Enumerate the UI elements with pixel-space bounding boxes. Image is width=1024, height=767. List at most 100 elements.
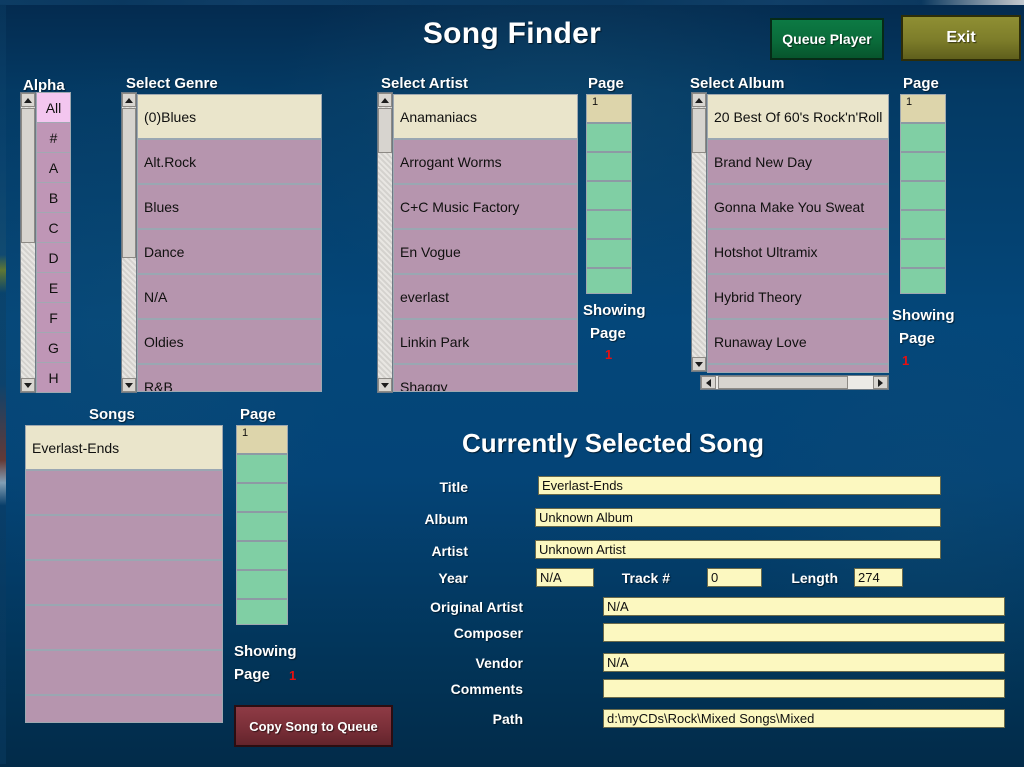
alpha-scroll-down-arrow[interactable] (21, 378, 35, 392)
artist-page-list-item[interactable]: 1 (587, 95, 631, 124)
songs-listbox[interactable]: Everlast-Ends (25, 425, 223, 723)
alpha-list-item[interactable]: All (37, 93, 70, 123)
artist-list-item[interactable]: Shaggy (394, 365, 577, 391)
song-list-item[interactable] (26, 696, 222, 722)
artist-page-list-item[interactable] (587, 269, 631, 293)
genre-scroll-down-arrow[interactable] (122, 378, 136, 392)
album-listbox[interactable]: 20 Best Of 60's Rock'n'Roll Brand New Day… (707, 94, 889, 373)
genre-listbox[interactable]: (0)Blues Alt.Rock Blues Dance N/A Oldies R&B (137, 94, 322, 392)
album-page-list-item[interactable] (901, 153, 945, 182)
genre-scrollbar[interactable] (121, 92, 137, 393)
artist-list-item[interactable]: Linkin Park (394, 320, 577, 365)
track-field[interactable]: 0 (707, 568, 762, 587)
copy-song-to-queue-button[interactable]: Copy Song to Queue (234, 705, 393, 747)
album-horizontal-scroll-thumb[interactable] (718, 376, 848, 389)
album-scroll-down-arrow[interactable] (692, 357, 706, 371)
song-page-list-item[interactable] (237, 455, 287, 484)
artist-scroll-down-arrow[interactable] (378, 378, 392, 392)
album-scrollbar[interactable] (691, 92, 707, 372)
title-field[interactable]: Everlast-Ends (538, 476, 941, 495)
album-scroll-up-arrow[interactable] (692, 93, 706, 107)
song-list-item[interactable] (26, 606, 222, 651)
alpha-list-item[interactable]: E (37, 273, 70, 303)
artist-listbox[interactable]: Anamaniacs Arrogant Worms C+C Music Factor… (393, 94, 578, 392)
alpha-list-item[interactable]: C (37, 213, 70, 243)
song-page-list-item[interactable]: 1 (237, 426, 287, 455)
album-list-item[interactable]: Brand New Day (708, 140, 888, 185)
artist-scroll-up-arrow[interactable] (378, 93, 392, 107)
artist-list-item[interactable]: Anamaniacs (394, 95, 577, 140)
album-page-list-item[interactable] (901, 269, 945, 293)
album-page-list-item[interactable] (901, 124, 945, 153)
song-list-item[interactable] (26, 516, 222, 561)
alpha-scrollbar[interactable] (20, 92, 36, 393)
genre-list-item[interactable]: Oldies (138, 320, 321, 365)
year-field[interactable]: N/A (536, 568, 594, 587)
album-list-item[interactable]: Runaway Love (708, 320, 888, 365)
artist-page-list-item[interactable] (587, 182, 631, 211)
song-list-item[interactable]: Everlast-Ends (26, 426, 222, 471)
album-page-list-item[interactable] (901, 240, 945, 269)
album-scroll-thumb[interactable] (692, 108, 706, 153)
alpha-scroll-up-arrow[interactable] (21, 93, 35, 107)
artist-page-list-item[interactable] (587, 124, 631, 153)
alpha-list-item[interactable]: D (37, 243, 70, 273)
genre-scroll-up-arrow[interactable] (122, 93, 136, 107)
album-field[interactable]: Unknown Album (535, 508, 941, 527)
alpha-scroll-thumb[interactable] (21, 108, 35, 243)
artist-list-item[interactable]: everlast (394, 275, 577, 320)
alpha-list-item[interactable]: F (37, 303, 70, 333)
album-list-item[interactable]: Gonna Make You Sweat (708, 185, 888, 230)
album-page-list-item[interactable]: 1 (901, 95, 945, 124)
alpha-list-item[interactable]: H (37, 363, 70, 392)
artist-field[interactable]: Unknown Artist (535, 540, 941, 559)
genre-list-item[interactable]: N/A (138, 275, 321, 320)
album-scroll-left-arrow[interactable] (701, 376, 716, 389)
alpha-list-item[interactable]: A (37, 153, 70, 183)
album-page-list-item[interactable] (901, 211, 945, 240)
genre-list-item[interactable]: R&B (138, 365, 321, 391)
song-page-listbox[interactable]: 1 (236, 425, 288, 625)
artist-list-item[interactable]: C+C Music Factory (394, 185, 577, 230)
album-scroll-right-arrow[interactable] (873, 376, 888, 389)
album-list-item[interactable] (708, 365, 888, 372)
alpha-listbox[interactable]: All # A B C D E F G H (36, 92, 71, 393)
path-field[interactable]: d:\myCDs\Rock\Mixed Songs\Mixed (603, 709, 1005, 728)
song-page-list-item[interactable] (237, 513, 287, 542)
song-page-list-item[interactable] (237, 484, 287, 513)
genre-scroll-thumb[interactable] (122, 108, 136, 258)
genre-list-item[interactable]: Dance (138, 230, 321, 275)
exit-button[interactable]: Exit (901, 15, 1021, 61)
song-list-item[interactable] (26, 471, 222, 516)
genre-list-item[interactable]: Blues (138, 185, 321, 230)
song-page-list-item[interactable] (237, 542, 287, 571)
song-list-item[interactable] (26, 651, 222, 696)
artist-page-list-item[interactable] (587, 153, 631, 182)
artist-list-item[interactable]: En Vogue (394, 230, 577, 275)
album-horizontal-scrollbar[interactable] (700, 375, 889, 390)
vendor-field[interactable]: N/A (603, 653, 1005, 672)
artist-scrollbar[interactable] (377, 92, 393, 393)
alpha-list-item[interactable]: B (37, 183, 70, 213)
song-page-list-item[interactable] (237, 600, 287, 624)
queue-player-button[interactable]: Queue Player (770, 18, 884, 60)
alpha-list-item[interactable]: G (37, 333, 70, 363)
composer-field[interactable] (603, 623, 1005, 642)
album-page-list-item[interactable] (901, 182, 945, 211)
artist-page-list-item[interactable] (587, 211, 631, 240)
artist-list-item[interactable]: Arrogant Worms (394, 140, 577, 185)
comments-field[interactable] (603, 679, 1005, 698)
artist-scroll-thumb[interactable] (378, 108, 392, 153)
album-list-item[interactable]: Hybrid Theory (708, 275, 888, 320)
album-list-item[interactable]: 20 Best Of 60's Rock'n'Roll (708, 95, 888, 140)
song-page-list-item[interactable] (237, 571, 287, 600)
genre-list-item[interactable]: (0)Blues (138, 95, 321, 140)
song-list-item[interactable] (26, 561, 222, 606)
genre-list-item[interactable]: Alt.Rock (138, 140, 321, 185)
artist-page-list-item[interactable] (587, 240, 631, 269)
album-page-listbox[interactable]: 1 (900, 94, 946, 294)
length-field[interactable]: 274 (854, 568, 903, 587)
artist-page-listbox[interactable]: 1 (586, 94, 632, 294)
original-artist-field[interactable]: N/A (603, 597, 1005, 616)
album-list-item[interactable]: Hotshot Ultramix (708, 230, 888, 275)
